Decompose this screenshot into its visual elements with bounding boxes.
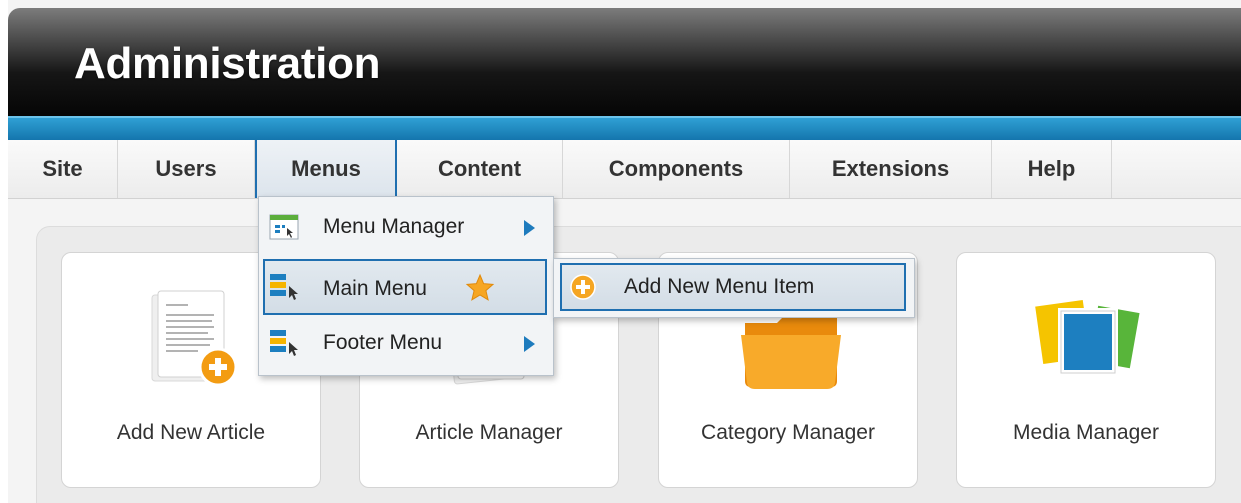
submenu-item-label: Add New Menu Item [624,275,815,298]
admin-window: Administration Site Users Menus Content … [8,0,1241,503]
dropdown-item-footer-menu[interactable]: Footer Menu [263,315,547,371]
article-add-icon [151,290,238,387]
menu-icon [270,330,298,356]
dropdown-item-label: Menu Manager [323,215,465,238]
chevron-right-icon [524,336,535,352]
page-title: Administration [74,39,381,88]
submenu-item-add-new-menu-item[interactable]: Add New Menu Item [560,263,906,311]
chevron-right-icon [524,220,535,236]
quickicon-label: Media Manager [1013,421,1159,444]
dropdown-item-label: Footer Menu [323,331,443,354]
menu-tab-menus[interactable]: Menus [255,140,397,198]
dropdown-item-menu-manager[interactable]: Menu Manager [263,199,547,255]
star-icon [465,273,495,301]
main-menu-submenu: Add New Menu Item [553,258,915,318]
menus-dropdown: Menu Manager Main Menu Footer Menu [258,196,554,376]
menu-tab-help[interactable]: Help [992,140,1112,198]
media-icon [1031,295,1143,376]
menu-icon [270,274,298,300]
add-icon [570,274,596,300]
menu-tab-users[interactable]: Users [118,140,255,198]
quickicon-label: Article Manager [415,421,563,444]
dropdown-item-main-menu[interactable]: Main Menu [263,259,547,315]
main-menubar: Site Users Menus Content Components Exte… [8,140,1241,199]
dropdown-item-label: Main Menu [323,277,427,300]
menu-tab-content[interactable]: Content [397,140,563,198]
menu-manager-icon [269,214,299,240]
header-accent-stripe [8,116,1241,140]
header-bar: Administration [8,8,1241,116]
menu-tab-extensions[interactable]: Extensions [790,140,992,198]
quickicon-label: Category Manager [701,421,875,444]
quickicon-media-manager[interactable]: Media Manager [956,252,1216,488]
menu-tab-site[interactable]: Site [8,140,118,198]
quickicon-label: Add New Article [116,421,266,444]
menu-tab-components[interactable]: Components [563,140,790,198]
